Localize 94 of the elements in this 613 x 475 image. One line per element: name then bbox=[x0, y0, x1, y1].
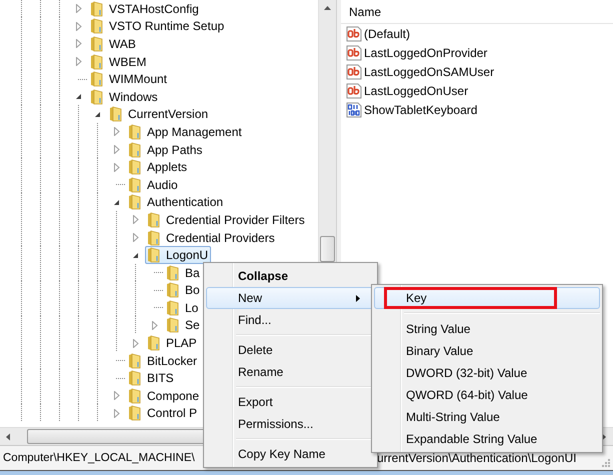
folder-icon bbox=[166, 317, 180, 334]
menu-item[interactable]: String Value bbox=[374, 318, 600, 340]
folder-icon bbox=[147, 230, 161, 246]
tree-node[interactable]: CurrentVersion bbox=[107, 105, 212, 124]
menu-item[interactable]: Permissions... bbox=[206, 413, 375, 435]
value-name[interactable]: LastLoggedOnUser bbox=[364, 84, 468, 98]
menu-item[interactable]: QWORD (64-bit) Value bbox=[374, 384, 600, 406]
tree-node[interactable]: Applets bbox=[126, 158, 190, 176]
string-value-icon bbox=[346, 82, 362, 98]
expand-arrow-icon[interactable] bbox=[76, 39, 82, 48]
tree-node[interactable]: WIMMount bbox=[88, 70, 170, 88]
tree-node[interactable]: App Paths bbox=[126, 140, 206, 159]
collapse-arrow-icon[interactable] bbox=[94, 110, 101, 118]
tree-node[interactable]: Bo bbox=[164, 281, 203, 300]
folder-icon bbox=[90, 0, 104, 17]
status-path: Computer\HKEY_LOCAL_MACHINE\ bbox=[3, 452, 195, 464]
folder-icon bbox=[147, 212, 161, 228]
tree-node[interactable]: App Management bbox=[126, 122, 245, 141]
tree-node[interactable]: Audio bbox=[126, 176, 181, 194]
folder-icon bbox=[90, 18, 104, 34]
tree-node[interactable]: WAB bbox=[88, 34, 139, 53]
expand-arrow-icon[interactable] bbox=[76, 57, 82, 66]
tree-node[interactable]: Se bbox=[164, 316, 203, 334]
folder-icon bbox=[128, 159, 142, 176]
menu-item[interactable]: Key bbox=[374, 287, 600, 309]
collapse-arrow-icon[interactable] bbox=[113, 198, 120, 206]
folder-icon bbox=[90, 36, 104, 52]
expand-arrow-icon[interactable] bbox=[114, 408, 120, 418]
expand-arrow-icon[interactable] bbox=[76, 22, 82, 31]
resize-grip-icon[interactable] bbox=[600, 457, 610, 467]
tree-node[interactable]: BitLocker bbox=[126, 352, 200, 370]
expand-arrow-icon[interactable] bbox=[132, 215, 138, 224]
folder-icon bbox=[90, 88, 104, 105]
menu-item[interactable]: Delete bbox=[206, 339, 375, 361]
menu-item[interactable]: Binary Value bbox=[374, 340, 600, 362]
tree-node[interactable]: Credential Provider Filters bbox=[145, 210, 308, 229]
folder-icon bbox=[166, 264, 180, 281]
binary-value-icon bbox=[346, 102, 362, 118]
folder-icon bbox=[109, 106, 123, 122]
value-name[interactable]: (Default) bbox=[364, 26, 410, 40]
folder-icon bbox=[128, 370, 142, 386]
tree-node[interactable]: Authentication bbox=[126, 193, 226, 212]
collapse-arrow-icon[interactable] bbox=[75, 93, 82, 100]
string-value-icon bbox=[346, 26, 362, 42]
folder-icon bbox=[128, 142, 142, 158]
tree-node[interactable]: LogonU bbox=[145, 246, 212, 264]
menu-item[interactable]: Find... bbox=[206, 309, 375, 331]
folder-icon bbox=[128, 388, 142, 404]
string-value-icon bbox=[346, 44, 362, 60]
expand-arrow-icon[interactable] bbox=[114, 127, 120, 136]
menu-item[interactable]: Export bbox=[206, 391, 375, 413]
tree-node[interactable]: BITS bbox=[126, 369, 177, 388]
folder-icon bbox=[147, 335, 161, 352]
value-name[interactable]: LastLoggedOnProvider bbox=[364, 46, 488, 60]
tree-node[interactable]: Lo bbox=[164, 298, 202, 317]
folder-icon bbox=[90, 54, 104, 70]
tree-node[interactable]: Control P bbox=[126, 404, 200, 422]
tree-node[interactable]: Ba bbox=[164, 264, 203, 282]
menu-item[interactable]: Collapse bbox=[206, 265, 375, 287]
value-name[interactable]: LastLoggedOnSAMUser bbox=[364, 64, 494, 78]
tree-node[interactable]: Compone bbox=[126, 386, 202, 405]
folder-icon bbox=[128, 124, 142, 140]
folder-icon bbox=[147, 247, 161, 264]
folder-icon bbox=[90, 71, 104, 88]
expand-arrow-icon[interactable] bbox=[132, 233, 138, 242]
column-header[interactable]: Name bbox=[341, 0, 613, 24]
tree-node[interactable]: VSTO Runtime Setup bbox=[88, 17, 228, 36]
tree-node[interactable]: Windows bbox=[88, 88, 161, 106]
folder-icon bbox=[166, 282, 180, 298]
tree-node[interactable]: PLAP bbox=[145, 334, 200, 352]
tree-node[interactable]: Credential Providers bbox=[145, 228, 278, 247]
expand-arrow-icon[interactable] bbox=[114, 162, 120, 172]
folder-icon bbox=[128, 176, 142, 193]
tree-node[interactable]: WBEM bbox=[88, 52, 150, 71]
collapse-arrow-icon[interactable] bbox=[132, 252, 139, 259]
expand-arrow-icon[interactable] bbox=[132, 338, 138, 348]
string-value-icon bbox=[346, 64, 362, 80]
tree-node[interactable]: VSTAHostConfig bbox=[88, 0, 202, 18]
status-path: urrentVersion\Authentication\LogonUI bbox=[377, 451, 576, 465]
expand-arrow-icon[interactable] bbox=[114, 145, 120, 154]
expand-arrow-icon[interactable] bbox=[76, 4, 82, 14]
folder-icon bbox=[128, 194, 142, 210]
menu-item[interactable]: Rename bbox=[206, 361, 375, 383]
folder-icon bbox=[128, 405, 142, 422]
expand-arrow-icon[interactable] bbox=[152, 320, 158, 330]
expand-arrow-icon[interactable] bbox=[114, 391, 120, 400]
menu-item[interactable]: DWORD (32-bit) Value bbox=[374, 362, 600, 384]
menu-item[interactable]: Multi-String Value bbox=[374, 406, 600, 428]
menu-item[interactable]: Copy Key Name bbox=[206, 443, 375, 465]
scrollbar-thumb[interactable] bbox=[320, 236, 335, 262]
menu-item[interactable]: Expandable String Value bbox=[374, 428, 600, 450]
folder-icon bbox=[166, 300, 180, 316]
folder-icon bbox=[128, 352, 142, 369]
value-name[interactable]: ShowTabletKeyboard bbox=[364, 102, 478, 116]
